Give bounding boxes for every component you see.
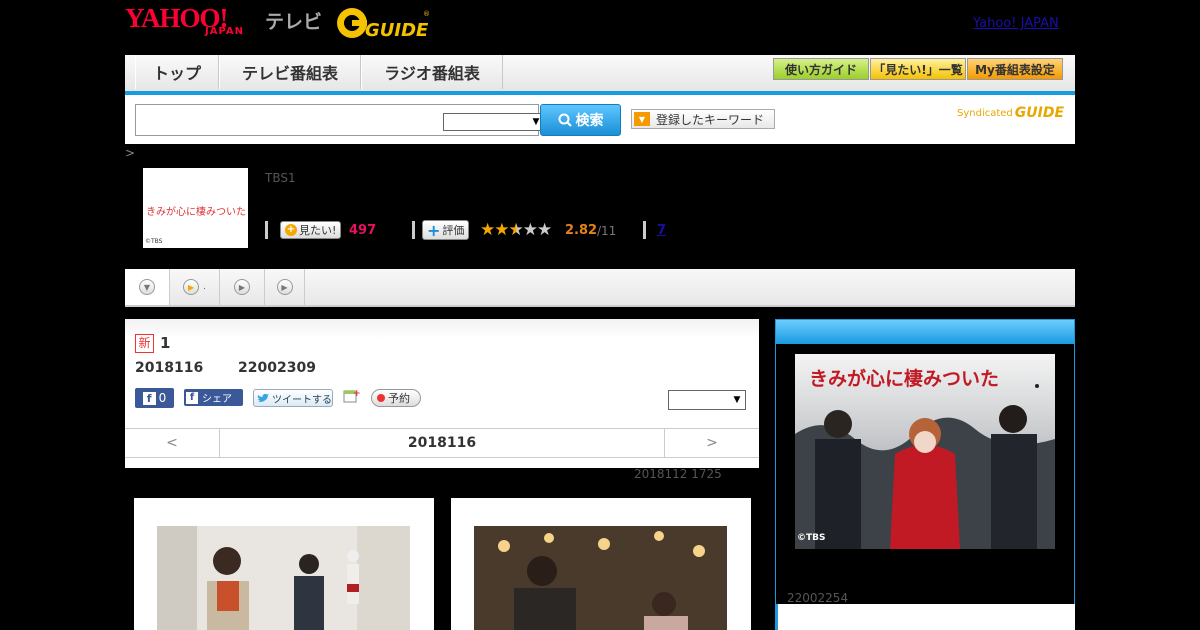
play-icon: ▶	[276, 279, 293, 295]
tab-episodes[interactable]: ▶.	[170, 269, 220, 305]
breadcrumb[interactable]: >	[125, 146, 135, 160]
rate-label: 評価	[442, 224, 465, 237]
rating-value: 2.82	[565, 223, 598, 238]
facebook-icon: f	[186, 391, 198, 404]
tv-logo-text[interactable]: テレビ	[265, 7, 322, 34]
program-thumbnail[interactable]: きみが心に棲みついた ©TBS	[143, 168, 248, 248]
divider	[265, 221, 268, 239]
new-badge: 新	[135, 334, 154, 353]
syndicated-brand: GUIDE	[1014, 105, 1065, 121]
key-visual-title: きみが心に棲みついた	[809, 368, 1000, 390]
main-nav: トップ テレビ番組表 ラジオ番組表 使い方ガイド 「見たい!」一覧 My番組表設…	[125, 55, 1075, 95]
search-category-select[interactable]: ▼	[443, 113, 545, 131]
last-updated: 2018112 1725	[634, 467, 722, 481]
mitai-count: 497	[349, 223, 377, 238]
episode-date: 2018116	[135, 360, 204, 376]
mitai-list-button[interactable]: 「見たい!」一覧	[870, 58, 966, 80]
key-visual-copyright: ©TBS	[797, 533, 826, 543]
sidebar-header	[776, 320, 1074, 344]
next-episode-button[interactable]: >	[664, 429, 759, 457]
search-icon	[558, 113, 572, 127]
star-empty-icon: ★	[537, 220, 552, 240]
share-label: シェア	[202, 394, 232, 405]
star-icon: ★	[480, 220, 495, 240]
facebook-icon: f	[142, 391, 156, 405]
reserve-button[interactable]: 予約	[371, 389, 421, 407]
mitai-button[interactable]: + 見たい!	[280, 221, 342, 239]
star-half-icon: ★	[508, 220, 524, 240]
scene-photo-card[interactable]	[451, 498, 751, 630]
thumbnail-title: きみが心に棲みついた	[146, 207, 246, 218]
rating-count: /11	[597, 224, 617, 238]
tab-tv-schedule[interactable]: テレビ番組表	[219, 55, 361, 89]
episode-select[interactable]: ▼	[668, 390, 746, 410]
tab-related[interactable]: ▶	[265, 269, 305, 305]
star-empty-icon: ★	[522, 220, 538, 240]
thumbnail-copyright: ©TBS	[145, 238, 163, 245]
facebook-like-button[interactable]: f 0	[135, 388, 174, 408]
channel-name: TBS1	[265, 171, 296, 185]
facebook-share-button[interactable]: f シェア	[184, 389, 243, 406]
svg-text:®: ®	[423, 10, 430, 18]
plus-icon: +	[427, 220, 441, 240]
yahoo-japan-logo-text: JAPAN	[205, 26, 244, 37]
triangle-down-icon: ▼	[634, 112, 650, 126]
scene-photo-card[interactable]	[134, 498, 434, 630]
registered-keyword-button[interactable]: ▼ 登録したキーワード	[631, 109, 775, 129]
svg-text:+: +	[353, 389, 360, 399]
divider	[412, 221, 415, 239]
program-key-visual[interactable]: きみが心に棲みついた ©TBS	[795, 354, 1055, 549]
plus-icon: +	[285, 224, 297, 236]
search-input[interactable]: ▼	[135, 104, 545, 136]
pager-date: 2018116	[407, 435, 477, 451]
svg-text:GUIDE: GUIDE	[365, 20, 429, 40]
syndicated-text: Syndicated	[957, 107, 1013, 119]
prev-episode-button[interactable]: <	[125, 429, 220, 457]
play-icon: ▶	[183, 279, 200, 295]
registered-keyword-label: 登録したキーワード	[656, 112, 765, 127]
chevron-down-icon: ▼	[733, 395, 741, 405]
play-icon: ▶	[234, 279, 250, 295]
tab-cast[interactable]: ▶	[220, 269, 265, 305]
rate-button[interactable]: + 評価	[422, 220, 470, 240]
sidebar-panel: きみが心に棲みついた ©TBS	[775, 319, 1075, 609]
rating-stars: ★★★★★	[480, 220, 552, 240]
my-schedule-settings-button[interactable]: My番組表設定	[967, 58, 1063, 80]
scene-photo	[157, 526, 410, 630]
tab-overview[interactable]: ▼	[125, 269, 170, 305]
search-button-label: 検索	[575, 113, 604, 129]
guide-button[interactable]: 使い方ガイド	[773, 58, 869, 80]
scene-photo	[474, 526, 727, 630]
divider	[643, 221, 646, 239]
sidebar-next-section	[775, 604, 1075, 630]
search-bar: ▼ 検索 ▼ 登録したキーワード Syndicated GUIDE	[125, 95, 1075, 144]
g-guide-logo[interactable]: GUIDE ®	[335, 6, 430, 41]
syndicated-gguide-logo: Syndicated GUIDE	[957, 105, 1064, 121]
episode-title: 1	[160, 334, 171, 352]
mitai-label: 見たい!	[299, 224, 337, 237]
add-calendar-icon[interactable]: +	[343, 388, 361, 404]
yahoo-japan-link[interactable]: Yahoo! JAPAN	[973, 16, 1059, 31]
record-icon	[377, 394, 385, 402]
search-button[interactable]: 検索	[540, 104, 621, 136]
episode-pager: < 2018116 >	[125, 428, 759, 458]
program-tabs: ▼ ▶. ▶ ▶	[125, 269, 1075, 307]
review-count-link[interactable]: 7	[657, 223, 666, 238]
twitter-bird-icon	[257, 393, 269, 402]
facebook-like-count: 0	[158, 391, 167, 405]
star-icon: ★	[494, 220, 509, 240]
episode-panel: 新 1 2018116 22002309 f 0 f シェア ツイートする + …	[125, 319, 759, 468]
reserve-label: 予約	[388, 392, 410, 405]
episode-time: 22002309	[238, 360, 316, 376]
tab-radio-schedule[interactable]: ラジオ番組表	[361, 55, 503, 89]
chevron-down-icon: ▼	[139, 279, 155, 295]
tab-top[interactable]: トップ	[135, 55, 219, 89]
tweet-label: ツイートする	[272, 394, 332, 406]
sidebar-date: 22002254	[787, 591, 849, 605]
tweet-button[interactable]: ツイートする	[253, 389, 333, 407]
